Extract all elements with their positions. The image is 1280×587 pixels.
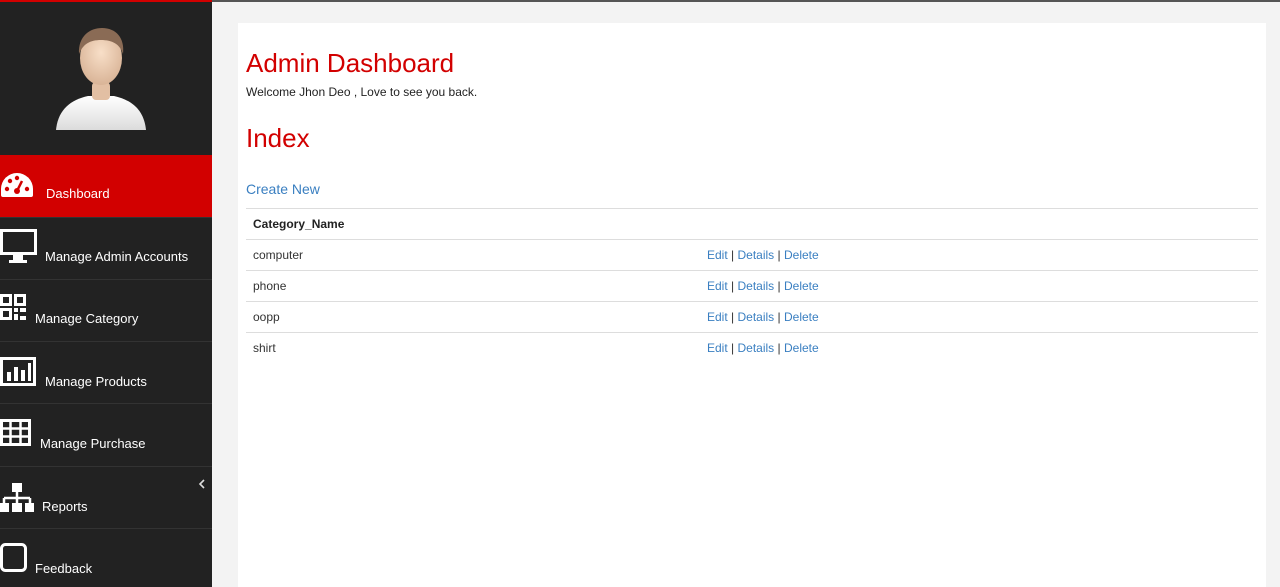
category-table: Category_Name computer Edit | Details | … (246, 208, 1258, 364)
separator: | (731, 248, 735, 262)
sidebar-item-label: Manage Admin Accounts (45, 249, 189, 264)
square-icon (0, 543, 27, 572)
qrcode-icon (0, 294, 26, 320)
table-icon (0, 419, 31, 446)
sidebar-item-label: Feedback (35, 561, 93, 576)
welcome-message: Welcome Jhon Deo , Love to see you back. (246, 85, 478, 99)
sidebar-item-manage-purchase[interactable]: Manage Purchase (0, 403, 212, 465)
sidebar-item-manage-category[interactable]: Manage Category (0, 279, 212, 341)
sidebar-item-label: Manage Category (35, 311, 139, 326)
sidebar-item-reports[interactable]: Reports (0, 466, 212, 528)
edit-link[interactable]: Edit (707, 310, 728, 324)
dashboard-icon (1, 173, 33, 197)
category-name-cell: shirt (246, 332, 707, 364)
separator: | (777, 279, 781, 293)
sidebar-item-label: Manage Products (45, 374, 147, 389)
page-title: Admin Dashboard (246, 48, 455, 78)
sidebar: Dashboard Manage Admin Accounts Manage C… (0, 0, 212, 587)
details-link[interactable]: Details (738, 279, 775, 293)
section-title: Index (246, 123, 310, 153)
delete-link[interactable]: Delete (784, 341, 819, 355)
separator: | (777, 248, 781, 262)
separator: | (731, 279, 735, 293)
edit-link[interactable]: Edit (707, 279, 728, 293)
sidebar-item-dashboard[interactable]: Dashboard (0, 155, 212, 217)
category-name-cell: computer (246, 239, 707, 271)
sitemap-icon (0, 483, 34, 512)
avatar (0, 2, 212, 155)
row-actions: Edit | Details | Delete (707, 301, 1258, 333)
delete-link[interactable]: Delete (784, 310, 819, 324)
column-header-category-name: Category_Name (246, 208, 707, 240)
category-name-cell: oopp (246, 301, 707, 333)
table-row: shirt Edit | Details | Delete (246, 332, 1258, 364)
separator: | (777, 310, 781, 324)
sidebar-item-label: Manage Purchase (40, 436, 146, 451)
sidebar-item-label: Reports (42, 499, 88, 514)
details-link[interactable]: Details (738, 248, 775, 262)
chevron-left-icon[interactable] (197, 477, 207, 491)
column-header-actions (707, 208, 1258, 240)
details-link[interactable]: Details (738, 341, 775, 355)
top-border (212, 0, 1280, 2)
bar-chart-icon (0, 357, 36, 386)
sidebar-item-feedback[interactable]: Feedback (0, 528, 212, 587)
sidebar-item-manage-products[interactable]: Manage Products (0, 341, 212, 403)
delete-link[interactable]: Delete (784, 248, 819, 262)
table-row: phone Edit | Details | Delete (246, 270, 1258, 302)
sidebar-item-label: Dashboard (46, 186, 110, 201)
edit-link[interactable]: Edit (707, 248, 728, 262)
table-row: oopp Edit | Details | Delete (246, 301, 1258, 333)
row-actions: Edit | Details | Delete (707, 270, 1258, 302)
category-name-cell: phone (246, 270, 707, 302)
table-row: computer Edit | Details | Delete (246, 239, 1258, 271)
row-actions: Edit | Details | Delete (707, 239, 1258, 271)
row-actions: Edit | Details | Delete (707, 332, 1258, 364)
details-link[interactable]: Details (738, 310, 775, 324)
sidebar-item-manage-admin-accounts[interactable]: Manage Admin Accounts (0, 217, 212, 279)
delete-link[interactable]: Delete (784, 279, 819, 293)
separator: | (731, 341, 735, 356)
edit-link[interactable]: Edit (707, 341, 728, 355)
separator: | (777, 341, 781, 356)
table-header-row: Category_Name (246, 208, 1258, 240)
user-avatar-icon (56, 28, 146, 130)
create-new-link[interactable]: Create New (246, 181, 320, 197)
monitor-icon (0, 229, 37, 263)
separator: | (731, 310, 735, 324)
main-content: Admin Dashboard Welcome Jhon Deo , Love … (238, 23, 1266, 587)
